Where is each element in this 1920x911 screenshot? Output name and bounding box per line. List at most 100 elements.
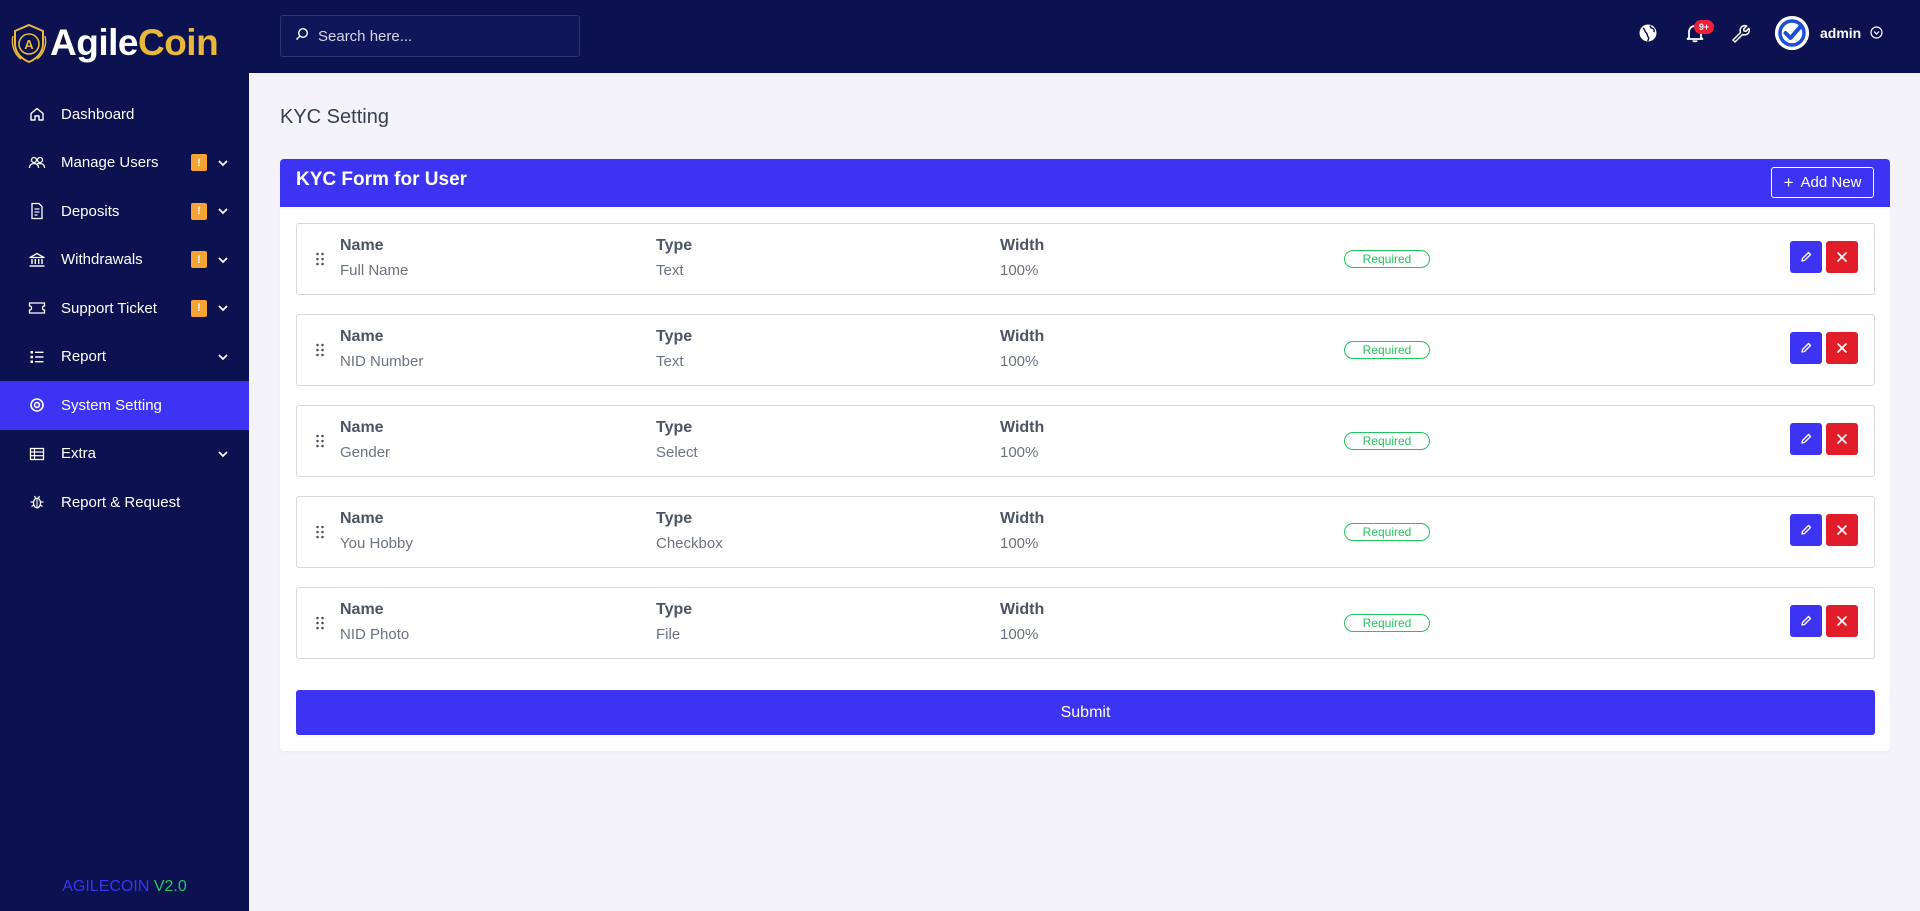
delete-button[interactable]: [1826, 514, 1858, 546]
sidebar-item-label: System Setting: [61, 396, 162, 414]
type-label: Type: [656, 419, 693, 436]
home-icon: [28, 105, 46, 123]
avatar[interactable]: [1775, 16, 1809, 50]
sidebar-item-manage-users[interactable]: Manage Users !: [0, 139, 249, 188]
field-width-col: Width 100%: [1000, 419, 1044, 461]
globe-icon[interactable]: [1637, 22, 1659, 44]
field-width-value: 100%: [1000, 626, 1039, 643]
submit-button[interactable]: Submit: [296, 690, 1875, 735]
bug-icon: [28, 493, 46, 511]
form-field-row: Name NID Photo Type File Width 100% Require…: [296, 587, 1875, 659]
delete-button[interactable]: [1826, 605, 1858, 637]
sidebar-item-dashboard[interactable]: Dashboard: [0, 90, 249, 139]
chevron-down-circle-icon[interactable]: [1870, 26, 1883, 39]
drag-handle-icon[interactable]: [315, 342, 325, 358]
app-version: AGILECOIN V2.0: [0, 878, 249, 896]
drag-handle-icon[interactable]: [315, 615, 325, 631]
field-width-value: 100%: [1000, 444, 1039, 461]
field-name-value: You Hobby: [340, 535, 413, 552]
type-label: Type: [656, 601, 693, 618]
sidebar: A AgileCoin Dashboard Manage Users ! Dep…: [0, 0, 249, 911]
logo-emblem-icon: A: [10, 22, 48, 64]
field-width-col: Width 100%: [1000, 237, 1044, 279]
add-new-button[interactable]: + Add New: [1771, 167, 1874, 198]
sidebar-item-label: Deposits: [61, 202, 120, 220]
bank-icon: [28, 251, 46, 269]
field-type-value: Text: [656, 262, 684, 279]
form-field-row: Name NID Number Type Text Width 100% Requir…: [296, 314, 1875, 386]
drag-handle-icon[interactable]: [315, 524, 325, 540]
chevron-down-icon[interactable]: [216, 204, 230, 218]
field-name-value: Full Name: [340, 262, 409, 279]
field-type-value: Checkbox: [656, 535, 723, 552]
name-label: Name: [340, 601, 384, 618]
chevron-down-icon[interactable]: [216, 253, 230, 267]
search-box[interactable]: [280, 15, 580, 57]
field-name-value: NID Number: [340, 353, 424, 370]
sidebar-item-system-setting[interactable]: System Setting: [0, 381, 249, 430]
sidebar-item-withdrawals[interactable]: Withdrawals !: [0, 236, 249, 285]
field-width-value: 100%: [1000, 353, 1039, 370]
drag-handle-icon[interactable]: [315, 251, 325, 267]
alert-badge: !: [191, 299, 207, 317]
drag-handle-icon[interactable]: [315, 433, 325, 449]
field-width-value: 100%: [1000, 535, 1039, 552]
kyc-form-card: KYC Form for User + Add New Name Full Nam…: [280, 159, 1890, 751]
edit-button[interactable]: [1790, 241, 1822, 273]
alert-badge: !: [191, 202, 207, 220]
field-width-value: 100%: [1000, 262, 1039, 279]
sidebar-nav: Dashboard Manage Users ! Deposits ! With…: [0, 90, 249, 527]
required-badge: Required: [1344, 523, 1430, 541]
sidebar-item-label: Support Ticket: [61, 299, 157, 317]
edit-button[interactable]: [1790, 332, 1822, 364]
width-label: Width: [1000, 419, 1045, 436]
sidebar-item-report-request[interactable]: Report & Request: [0, 478, 249, 527]
delete-button[interactable]: [1826, 241, 1858, 273]
list-icon: [28, 348, 46, 366]
field-width-col: Width 100%: [1000, 601, 1044, 643]
sidebar-item-report[interactable]: Report: [0, 333, 249, 382]
plus-icon: +: [1783, 173, 1794, 192]
delete-button[interactable]: [1826, 332, 1858, 364]
sidebar-item-label: Dashboard: [61, 105, 135, 123]
brand-name-part2: Coin: [137, 22, 219, 63]
search-input[interactable]: [318, 27, 558, 45]
users-icon: [28, 154, 46, 172]
chevron-down-icon[interactable]: [216, 447, 230, 461]
field-name-value: NID Photo: [340, 626, 410, 643]
topbar: 9+ admin: [249, 0, 1920, 73]
field-type-col: Type File: [656, 601, 692, 643]
chevron-down-icon[interactable]: [216, 156, 230, 170]
sidebar-item-extra[interactable]: Extra: [0, 430, 249, 479]
field-name-col: Name Gender: [340, 419, 390, 461]
required-badge: Required: [1344, 250, 1430, 268]
edit-button[interactable]: [1790, 423, 1822, 455]
page-title: KYC Setting: [280, 106, 389, 128]
form-field-row: Name You Hobby Type Checkbox Width 100% Req…: [296, 496, 1875, 568]
brand-logo[interactable]: A AgileCoin: [10, 22, 219, 64]
version-number: V2.0: [153, 878, 187, 895]
field-type-value: File: [656, 626, 681, 643]
field-type-col: Type Text: [656, 237, 692, 279]
admin-name[interactable]: admin: [1820, 25, 1861, 41]
field-type-col: Type Select: [656, 419, 698, 461]
sidebar-item-support-ticket[interactable]: Support Ticket !: [0, 284, 249, 333]
field-name-col: Name Full Name: [340, 237, 408, 279]
edit-button[interactable]: [1790, 605, 1822, 637]
edit-button[interactable]: [1790, 514, 1822, 546]
alert-badge: !: [191, 154, 207, 172]
type-label: Type: [656, 237, 693, 254]
sidebar-item-deposits[interactable]: Deposits !: [0, 187, 249, 236]
table-icon: [28, 445, 46, 463]
chevron-down-icon[interactable]: [216, 350, 230, 364]
card-title: KYC Form for User: [296, 169, 468, 190]
card-header: KYC Form for User + Add New: [280, 159, 1890, 207]
type-label: Type: [656, 510, 693, 527]
type-label: Type: [656, 328, 693, 345]
svg-text:A: A: [24, 37, 34, 52]
wrench-icon[interactable]: [1729, 22, 1751, 44]
required-badge: Required: [1344, 432, 1430, 450]
sidebar-item-label: Report & Request: [61, 493, 181, 511]
chevron-down-icon[interactable]: [216, 301, 230, 315]
delete-button[interactable]: [1826, 423, 1858, 455]
